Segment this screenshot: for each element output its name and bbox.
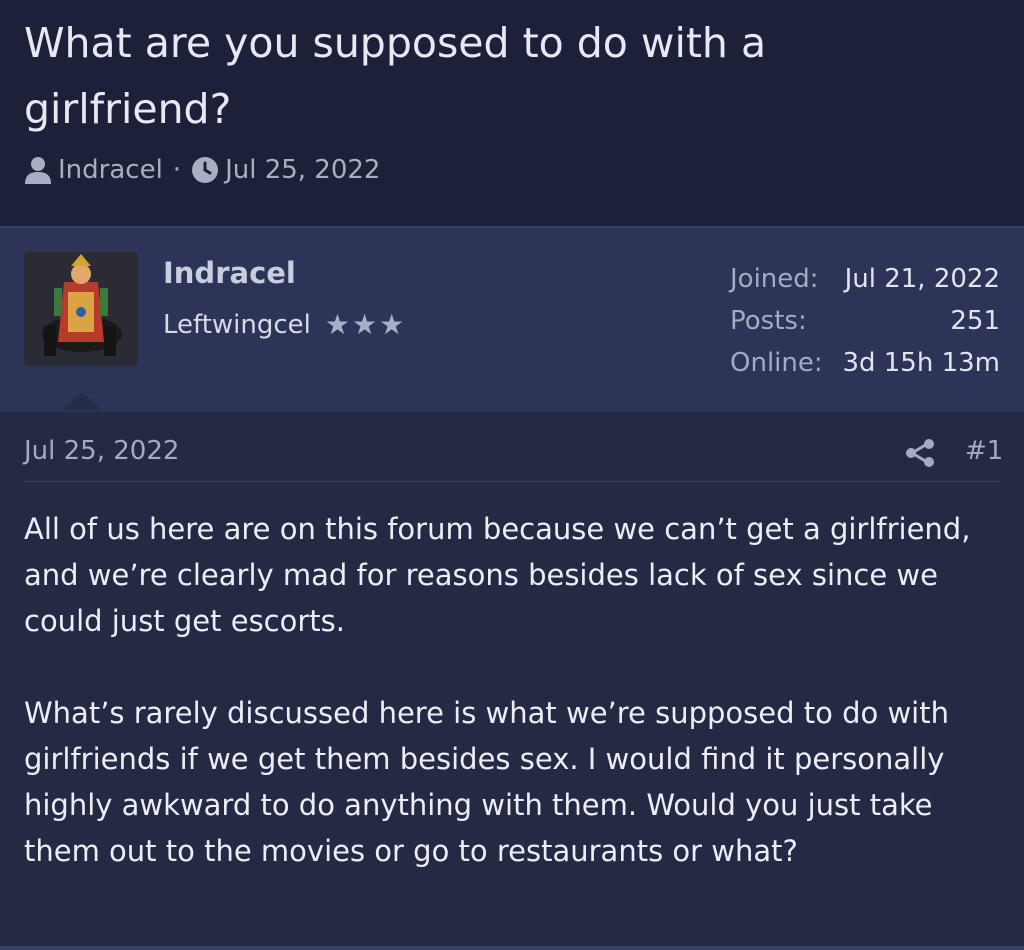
user-icon xyxy=(24,155,52,185)
stat-value: 251 xyxy=(950,306,1000,336)
stat-value: Jul 21, 2022 xyxy=(844,264,1000,294)
stat-joined: Joined: Jul 21, 2022 xyxy=(730,258,1000,300)
rank-stars-icon: ★★★ xyxy=(324,308,407,341)
clock-icon xyxy=(191,156,219,184)
thread-meta: Indracel · Jul 25, 2022 xyxy=(24,150,380,190)
thread-date-link[interactable]: Jul 25, 2022 xyxy=(225,155,380,185)
user-title-row: Leftwingcel ★★★ xyxy=(163,308,406,341)
post-body: All of us here are on this forum because… xyxy=(24,506,984,874)
stat-label: Joined: xyxy=(730,264,819,294)
user-avatar[interactable] xyxy=(24,252,138,366)
stat-label: Posts: xyxy=(730,306,807,336)
user-stats: Joined: Jul 21, 2022 Posts: 251 Online: … xyxy=(730,258,1000,384)
thread-header: What are you supposed to do with a girlf… xyxy=(0,0,1024,226)
stat-posts: Posts: 251 xyxy=(730,300,1000,342)
thread-title: What are you supposed to do with a girlf… xyxy=(24,19,767,133)
post-username[interactable]: Indracel xyxy=(163,256,296,290)
post-paragraph: All of us here are on this forum because… xyxy=(24,512,971,638)
post-bottom-border xyxy=(0,946,1024,950)
meta-separator: · xyxy=(172,155,182,185)
stat-online: Online: 3d 15h 13m xyxy=(730,342,1000,384)
stat-value: 3d 15h 13m xyxy=(842,348,1000,378)
post-date-link[interactable]: Jul 25, 2022 xyxy=(24,436,179,466)
post-number-link[interactable]: #1 xyxy=(965,436,1003,466)
post-paragraph: What’s rarely discussed here is what we’… xyxy=(24,696,949,868)
post-divider xyxy=(24,481,1000,482)
stat-label: Online: xyxy=(730,348,823,378)
thread-author-link[interactable]: Indracel xyxy=(58,155,163,185)
panel-notch xyxy=(62,392,102,410)
share-icon[interactable] xyxy=(903,438,937,468)
user-rank-title: Leftwingcel xyxy=(163,309,311,340)
